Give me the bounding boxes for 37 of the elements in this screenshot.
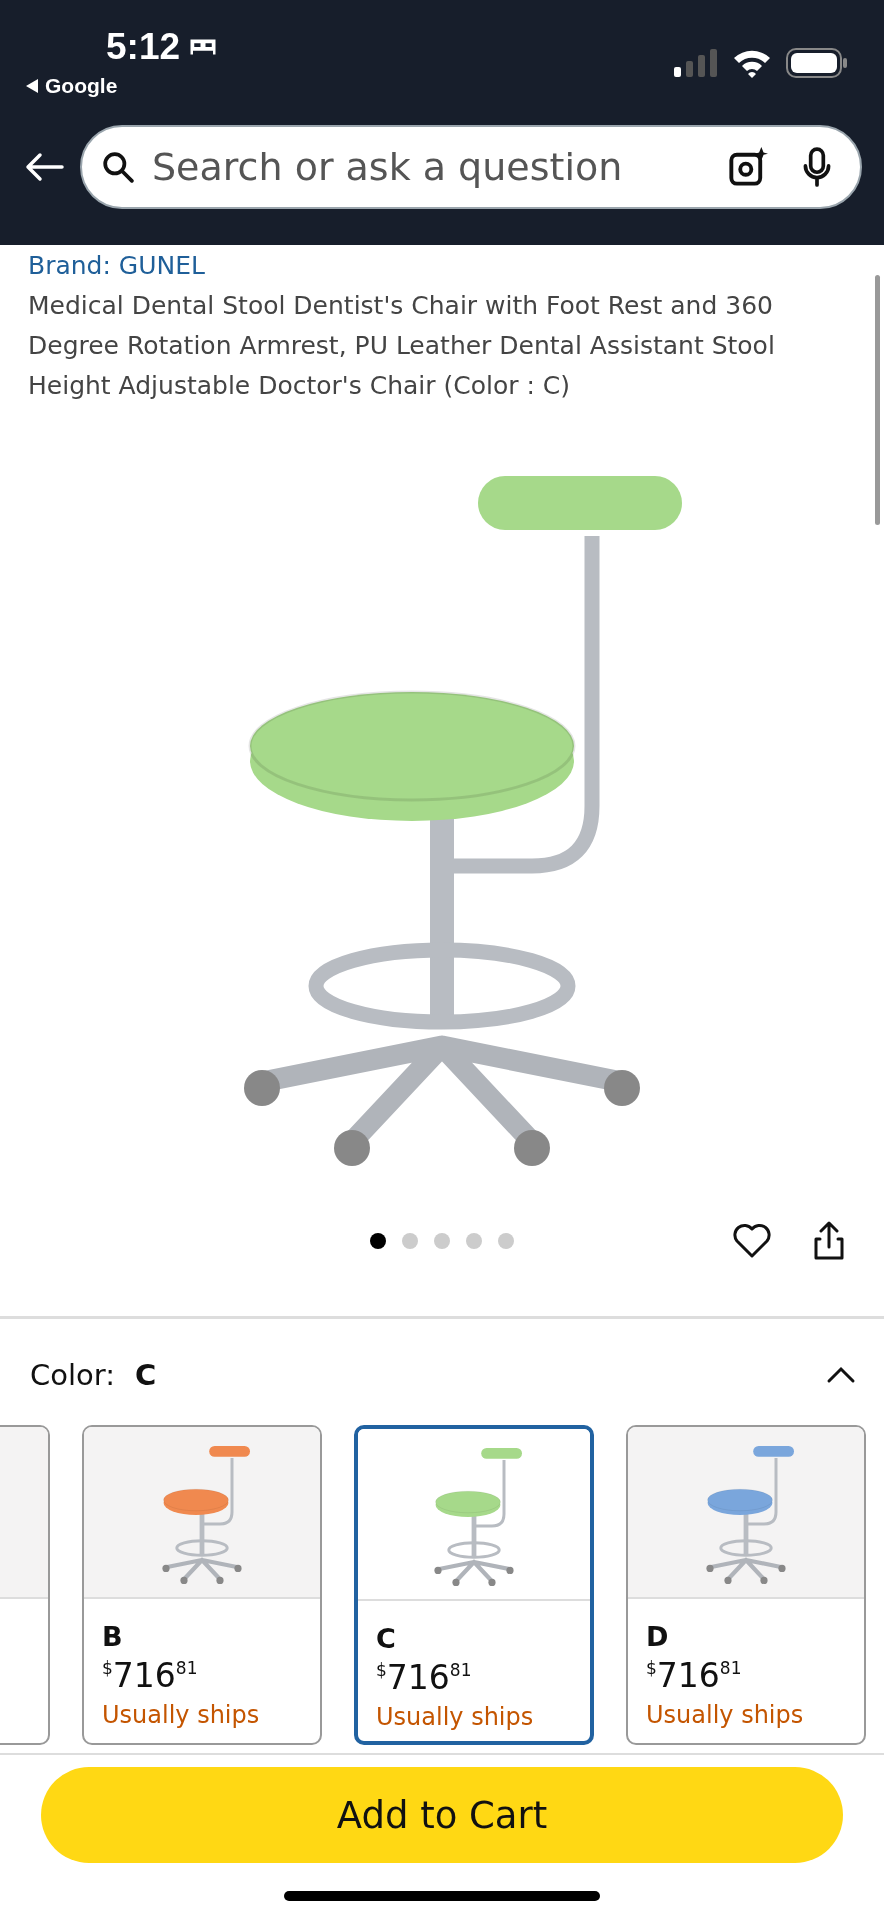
shipping-text: Usually ships xyxy=(646,1701,805,1729)
wifi-icon xyxy=(732,48,772,78)
carousel-dot[interactable] xyxy=(370,1233,386,1249)
back-triangle-icon[interactable] xyxy=(26,79,38,93)
swatch-card[interactable]: B $^{$}$716$^{81}$ Usually ships xyxy=(82,1425,322,1745)
shipping-text: Usually ships xyxy=(376,1703,535,1731)
swatch-name: C xyxy=(376,1623,397,1654)
product-title: Medical Dental Stool Dentist's Chair with Foot Rest and 360 Degree Rotation Armrest, PU Leather Dental Assistant Stool Height Adjustable Doctor's Chair (Color : C) xyxy=(27,290,776,402)
signal-icon xyxy=(674,49,718,77)
carousel-dot[interactable] xyxy=(466,1233,482,1249)
brand-link[interactable]: Brand: GUNEL xyxy=(0,251,884,280)
battery-icon xyxy=(786,48,848,78)
shipping-text: Usually ships xyxy=(102,1701,261,1729)
swatch-card[interactable]: D $^{$}$716$^{81}$ Usually ships xyxy=(626,1425,866,1745)
search-field[interactable]: Search or ask a question xyxy=(150,144,712,190)
search-icon xyxy=(102,151,134,183)
swatch-name: D xyxy=(646,1621,670,1652)
back-to-app-link[interactable]: Google xyxy=(45,74,118,98)
swatch-name: B xyxy=(102,1621,124,1652)
heart-icon[interactable] xyxy=(732,1223,772,1259)
swatch-price: $^{$}$716$^{81}$ xyxy=(102,1656,199,1695)
chevron-icon[interactable] xyxy=(826,1365,856,1385)
carousel-dot[interactable] xyxy=(498,1233,514,1249)
add-to-cart-button[interactable]: Add to Cart xyxy=(41,1767,843,1863)
color-value: C xyxy=(135,1358,158,1392)
swatch-price: $^{$}$716$^{81}$ xyxy=(376,1658,473,1697)
back-arrow-icon[interactable] xyxy=(24,152,64,182)
swatch-card[interactable]: C $^{$}$716$^{81}$ Usually ships xyxy=(354,1425,594,1745)
microphone-icon[interactable] xyxy=(802,147,832,187)
share-icon[interactable] xyxy=(812,1221,846,1261)
camera-icon[interactable] xyxy=(728,147,768,187)
swatch-price: $^{$}$716$^{81}$ xyxy=(646,1656,743,1695)
status-time: 5:12 xyxy=(106,26,181,68)
carousel-dot[interactable] xyxy=(434,1233,450,1249)
carousel-dot[interactable] xyxy=(402,1233,418,1249)
search-bar[interactable]: Search or ask a question xyxy=(80,125,862,209)
color-label: Color: xyxy=(30,1358,115,1392)
